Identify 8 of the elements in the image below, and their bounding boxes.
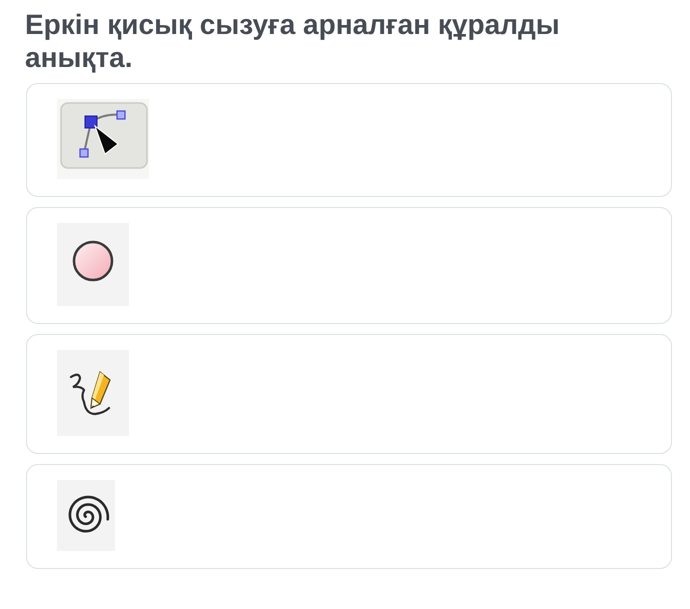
answer-option[interactable] [26, 464, 672, 569]
answer-option[interactable] [26, 334, 672, 454]
spiral-icon [57, 480, 115, 551]
answer-option[interactable] [26, 207, 672, 324]
answer-option[interactable] [26, 83, 672, 197]
pencil-scribble-icon [57, 350, 129, 436]
question-text: Еркін қисық сызуға арналған құралды анықта. [25, 8, 561, 74]
curve-nodes-icon [57, 99, 149, 179]
